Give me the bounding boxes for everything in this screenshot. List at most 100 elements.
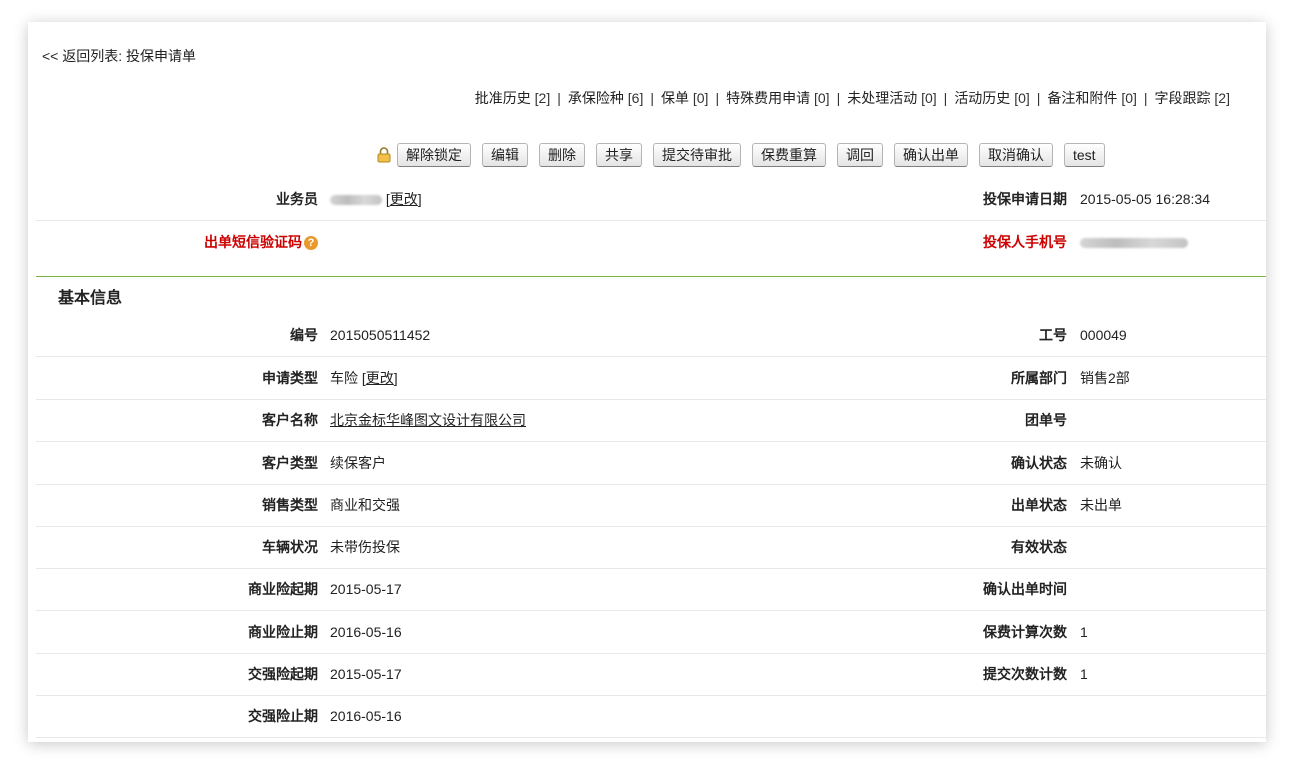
- customer-name-value: 北京金标华峰图文设计有限公司: [330, 399, 526, 441]
- delete-button[interactable]: 删除: [539, 143, 585, 167]
- change-link-text: 更改: [389, 191, 418, 207]
- share-button[interactable]: 共享: [596, 143, 642, 167]
- recalc-premium-button[interactable]: 保费重算: [752, 143, 826, 167]
- info-row: 商业险止期 2016-05-16 保费计算次数 1: [36, 611, 1266, 654]
- section-title-basic-info: 基本信息: [58, 290, 123, 307]
- related-link-count: [0]: [813, 90, 830, 106]
- premium-calc-count-value: 1: [1080, 624, 1088, 640]
- related-separator: |: [715, 90, 720, 106]
- confirm-status-label: 确认状态: [1011, 455, 1067, 471]
- confirm-status-value: 未确认: [1080, 455, 1122, 471]
- apply-type-label: 申请类型: [262, 370, 318, 386]
- apply-type-text: 车险: [330, 370, 358, 386]
- salesperson-label: 业务员: [276, 191, 318, 207]
- customer-name-link[interactable]: 北京金标华峰图文设计有限公司: [330, 412, 526, 428]
- commercial-end-label: 商业险止期: [248, 624, 318, 640]
- info-row: 销售类型 商业和交强 出单状态 未出单: [36, 484, 1266, 527]
- phone-label: 投保人手机号: [983, 234, 1067, 250]
- related-link-count: [0]: [1014, 90, 1030, 106]
- compulsory-start-value: 2015-05-17: [330, 666, 402, 682]
- action-toolbar: 解除锁定 编辑 删除 共享 提交待审批 保费重算 调回 确认出单 取消确认 te…: [377, 142, 1116, 168]
- related-link-label: 特殊费用申请: [726, 90, 811, 106]
- related-separator: |: [1143, 90, 1148, 106]
- related-link-count: [0]: [1121, 90, 1137, 106]
- related-link-label: 字段跟踪: [1154, 90, 1211, 106]
- related-policy-link[interactable]: 保单 [0]: [661, 90, 708, 106]
- issue-status-value: 未出单: [1080, 497, 1122, 513]
- related-separator: |: [650, 90, 654, 106]
- apply-date-value: 2015-05-05 16:28:34: [1080, 191, 1210, 207]
- submit-count-value: 1: [1080, 666, 1088, 682]
- salesperson-value: [更改]: [330, 178, 422, 220]
- related-separator: |: [1036, 90, 1041, 106]
- vehicle-status-label: 车辆状况: [262, 539, 318, 555]
- sales-type-label: 销售类型: [262, 497, 318, 513]
- valid-status-label: 有效状态: [1011, 539, 1067, 555]
- related-link-label: 活动历史: [954, 90, 1011, 106]
- customer-type-label: 客户类型: [262, 455, 318, 471]
- compulsory-end-label: 交强险止期: [248, 708, 318, 724]
- test-button[interactable]: test: [1064, 143, 1105, 167]
- related-link-label: 保单: [660, 90, 689, 106]
- related-activity-history-link[interactable]: 活动历史 [0]: [954, 90, 1029, 106]
- related-link-count: [6]: [627, 90, 644, 106]
- related-open-activities-link[interactable]: 未处理活动 [0]: [847, 90, 936, 106]
- confirm-issue-button[interactable]: 确认出单: [894, 143, 968, 167]
- group-no-label: 团单号: [1025, 412, 1067, 428]
- related-link-label: 批准历史: [474, 90, 531, 106]
- submit-count-label: 提交次数计数: [983, 666, 1067, 682]
- info-row: 申请类型 车险 [更改] 所属部门 销售2部: [36, 357, 1266, 400]
- salesperson-redacted: [330, 195, 382, 206]
- submit-approval-button[interactable]: 提交待审批: [653, 143, 741, 167]
- related-notes-attachments-link[interactable]: 备注和附件 [0]: [1047, 90, 1136, 106]
- related-special-fee-link[interactable]: 特殊费用申请 [0]: [726, 90, 829, 106]
- related-coverage-link[interactable]: 承保险种 [6]: [568, 90, 643, 106]
- sms-code-label: 出单短信验证码?: [36, 221, 318, 263]
- vehicle-status-value: 未带伤投保: [330, 539, 400, 555]
- info-row: 交强险止期 2016-05-16: [36, 695, 1266, 738]
- related-lists-bar: 批准历史 [2] | 承保险种 [6] | 保单 [0] | 特殊费用申请 [0] | 未处理活…: [475, 88, 1230, 108]
- related-link-count: [0]: [692, 90, 709, 106]
- number-value: 2015050511452: [330, 327, 431, 343]
- lock-icon: [377, 147, 391, 163]
- cancel-confirm-button[interactable]: 取消确认: [979, 143, 1053, 167]
- recall-button[interactable]: 调回: [837, 143, 883, 167]
- related-link-label: 未处理活动: [847, 90, 918, 106]
- info-row: 商业险起期 2015-05-17 确认出单时间: [36, 568, 1266, 611]
- department-value: 销售2部: [1080, 370, 1130, 386]
- customer-type-value: 续保客户: [330, 455, 386, 471]
- back-to-list-link[interactable]: << 返回列表: 投保申请单: [42, 46, 196, 66]
- phone-redacted: [1080, 238, 1188, 249]
- apply-date-label: 投保申请日期: [983, 191, 1067, 207]
- confirm-issue-time-label: 确认出单时间: [983, 581, 1067, 597]
- customer-name-label: 客户名称: [262, 412, 318, 428]
- commercial-start-label: 商业险起期: [248, 581, 318, 597]
- detail-panel: << 返回列表: 投保申请单 批准历史 [2] | 承保险种 [6] | 保单 [0] |…: [28, 22, 1266, 742]
- premium-calc-count-label: 保费计算次数: [983, 624, 1067, 640]
- department-label: 所属部门: [1011, 370, 1067, 386]
- apply-type-change-link[interactable]: [更改]: [362, 370, 398, 386]
- employee-id-value: 000049: [1080, 327, 1127, 343]
- related-link-count: [0]: [921, 90, 937, 106]
- unlock-button[interactable]: 解除锁定: [397, 143, 471, 167]
- salesperson-change-link[interactable]: [更改]: [386, 191, 422, 207]
- info-row: 客户名称 北京金标华峰图文设计有限公司 团单号: [36, 399, 1266, 442]
- sms-code-label-text: 出单短信验证码: [204, 234, 302, 250]
- compulsory-end-value: 2016-05-16: [330, 708, 402, 724]
- info-row: 车辆状况 未带伤投保 有效状态: [36, 526, 1266, 569]
- related-separator: |: [943, 90, 948, 106]
- section-divider: [36, 276, 1266, 277]
- edit-button[interactable]: 编辑: [482, 143, 528, 167]
- related-separator: |: [557, 90, 561, 106]
- related-link-label: 备注和附件: [1047, 90, 1118, 106]
- phone-value: [1080, 221, 1188, 263]
- change-link-text: 更改: [365, 370, 394, 386]
- number-label: 编号: [290, 327, 318, 343]
- help-icon[interactable]: ?: [304, 236, 318, 251]
- related-approval-history-link[interactable]: 批准历史 [2]: [475, 90, 550, 106]
- related-link-label: 承保险种: [567, 90, 624, 106]
- related-field-tracking-link[interactable]: 字段跟踪 [2]: [1155, 90, 1230, 106]
- header-row-salesperson: 业务员 [更改] 投保申请日期 2015-05-05 16:28:34: [36, 178, 1266, 221]
- commercial-end-value: 2016-05-16: [330, 624, 402, 640]
- compulsory-start-label: 交强险起期: [248, 666, 318, 682]
